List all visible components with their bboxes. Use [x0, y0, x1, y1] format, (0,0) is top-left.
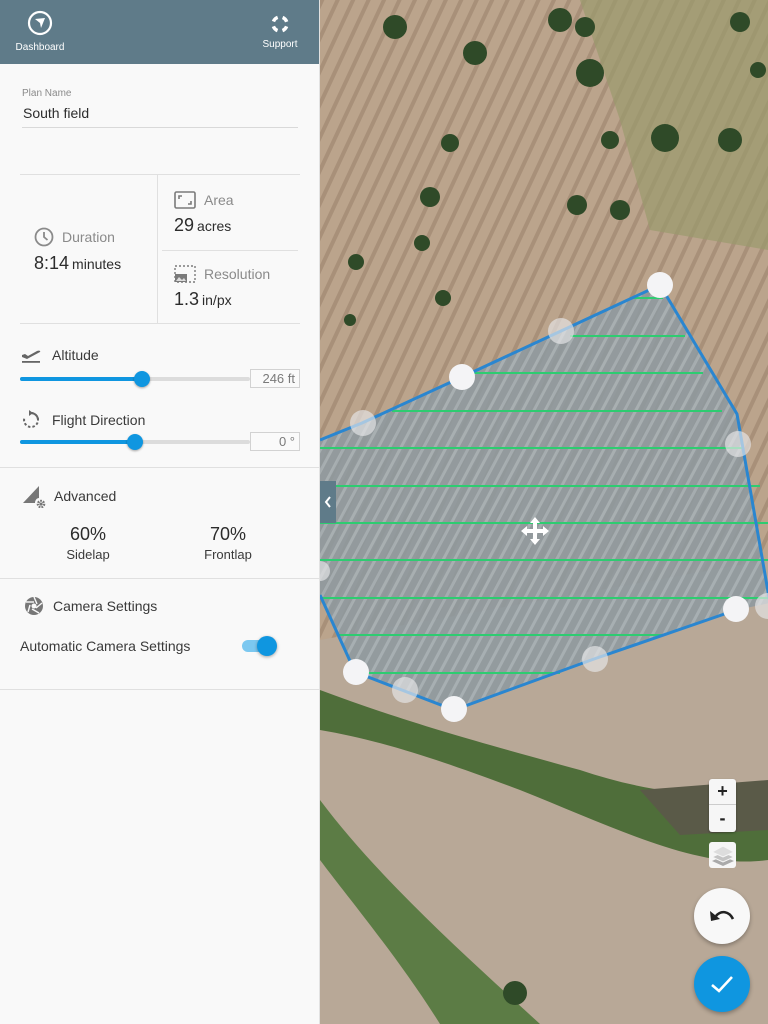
altitude-label: Altitude [52, 347, 99, 363]
flight-direction-label: Flight Direction [52, 412, 146, 428]
duration-label: Duration [62, 229, 115, 245]
vertex-handle [449, 364, 475, 390]
resolution-unit: in/px [202, 292, 232, 308]
satellite-imagery [320, 0, 768, 1024]
dashboard-button[interactable]: Dashboard [10, 0, 70, 64]
advanced-section[interactable]: Advanced 60% Sidelap 70% Frontlap [22, 484, 302, 562]
midpoint-handle [582, 646, 608, 672]
advanced-label: Advanced [54, 488, 117, 504]
altitude-slider[interactable] [20, 371, 250, 387]
undo-button[interactable] [694, 888, 750, 944]
midpoint-handle [548, 318, 574, 344]
duration-unit: minutes [72, 256, 122, 272]
checkmark-icon [711, 976, 733, 993]
zoom-out-button[interactable]: - [709, 805, 736, 831]
auto-camera-toggle[interactable] [242, 636, 278, 656]
camera-settings-label: Camera Settings [53, 598, 158, 614]
top-bar: Dashboard Support [0, 0, 319, 64]
flight-direction-input[interactable]: 0 ° [250, 432, 300, 451]
area-stat: Area 29 acres [174, 191, 234, 236]
area-unit: acres [197, 218, 232, 234]
midpoint-handle [725, 431, 751, 457]
sidelap-value: 60% [69, 524, 107, 544]
plan-name-field: Plan Name South field [0, 64, 319, 128]
midpoint-handle [392, 677, 418, 703]
plan-stats: Duration 8:14 minutes Area 29 acres Reso… [20, 174, 300, 324]
resolution-icon [174, 265, 196, 283]
auto-camera-label: Automatic Camera Settings [20, 638, 191, 654]
map-view[interactable]: + - [320, 0, 768, 1024]
section-divider [0, 467, 320, 468]
frontlap-value: 70% [209, 524, 247, 544]
collapse-panel-button[interactable] [320, 481, 336, 523]
duration-stat: Duration 8:14 minutes [34, 227, 121, 274]
resolution-stat: Resolution 1.3 in/px [174, 265, 270, 310]
confirm-button[interactable] [694, 956, 750, 1012]
area-value: 29 [174, 215, 195, 235]
chevron-left-icon [324, 496, 331, 508]
flight-direction-slider[interactable] [20, 434, 250, 450]
dashboard-label: Dashboard [15, 42, 65, 53]
navigation-arrow-icon [27, 10, 53, 36]
frontlap-label: Frontlap [204, 547, 252, 562]
duration-value: 8:14 [34, 253, 70, 273]
rotate-icon [23, 410, 40, 428]
plan-name-input[interactable]: South field [22, 105, 298, 128]
support-label: Support [262, 39, 298, 50]
vertex-handle [343, 659, 369, 685]
flight-direction-slider-fill [20, 440, 135, 444]
clock-icon [34, 227, 54, 247]
lifebuoy-icon [271, 15, 289, 33]
undo-icon [710, 910, 735, 921]
altitude-input[interactable]: 246 ft [250, 369, 300, 388]
flight-direction-slider-handle[interactable] [127, 434, 143, 450]
support-button[interactable]: Support [255, 0, 305, 64]
resolution-value: 1.3 [174, 289, 200, 309]
camera-aperture-icon [25, 596, 43, 615]
altitude-control: Altitude 246 ft [20, 346, 300, 388]
vertex-handle [441, 696, 467, 722]
plan-panel: Dashboard Support Plan Name South field … [0, 0, 320, 1024]
flight-direction-control: Flight Direction 0 ° [20, 410, 300, 451]
stats-divider [157, 175, 158, 323]
map-layers-button[interactable] [709, 842, 736, 868]
vertex-handle [647, 272, 673, 298]
area-icon [174, 191, 196, 209]
section-divider [0, 689, 320, 690]
vertex-handle [723, 596, 749, 622]
midpoint-handle [350, 410, 376, 436]
altitude-slider-fill [20, 377, 142, 381]
altitude-slider-handle[interactable] [133, 371, 150, 387]
auto-camera-row: Automatic Camera Settings [20, 636, 300, 656]
toggle-thumb [257, 636, 277, 656]
layers-icon [710, 845, 735, 866]
resolution-label: Resolution [204, 266, 271, 282]
sidelap-stat: 60% Sidelap [43, 524, 133, 562]
advanced-settings-icon [23, 486, 46, 508]
frontlap-stat: 70% Frontlap [183, 524, 273, 562]
area-label: Area [204, 192, 234, 208]
section-divider [0, 578, 320, 579]
camera-settings-section: Camera Settings Automatic Camera Setting… [20, 596, 300, 656]
sidelap-label: Sidelap [66, 547, 110, 562]
zoom-control: + - [709, 779, 736, 832]
plan-name-label: Plan Name [22, 88, 72, 99]
stats-divider [162, 250, 298, 251]
airplane-takeoff-icon [22, 350, 41, 363]
zoom-in-button[interactable]: + [709, 779, 736, 805]
